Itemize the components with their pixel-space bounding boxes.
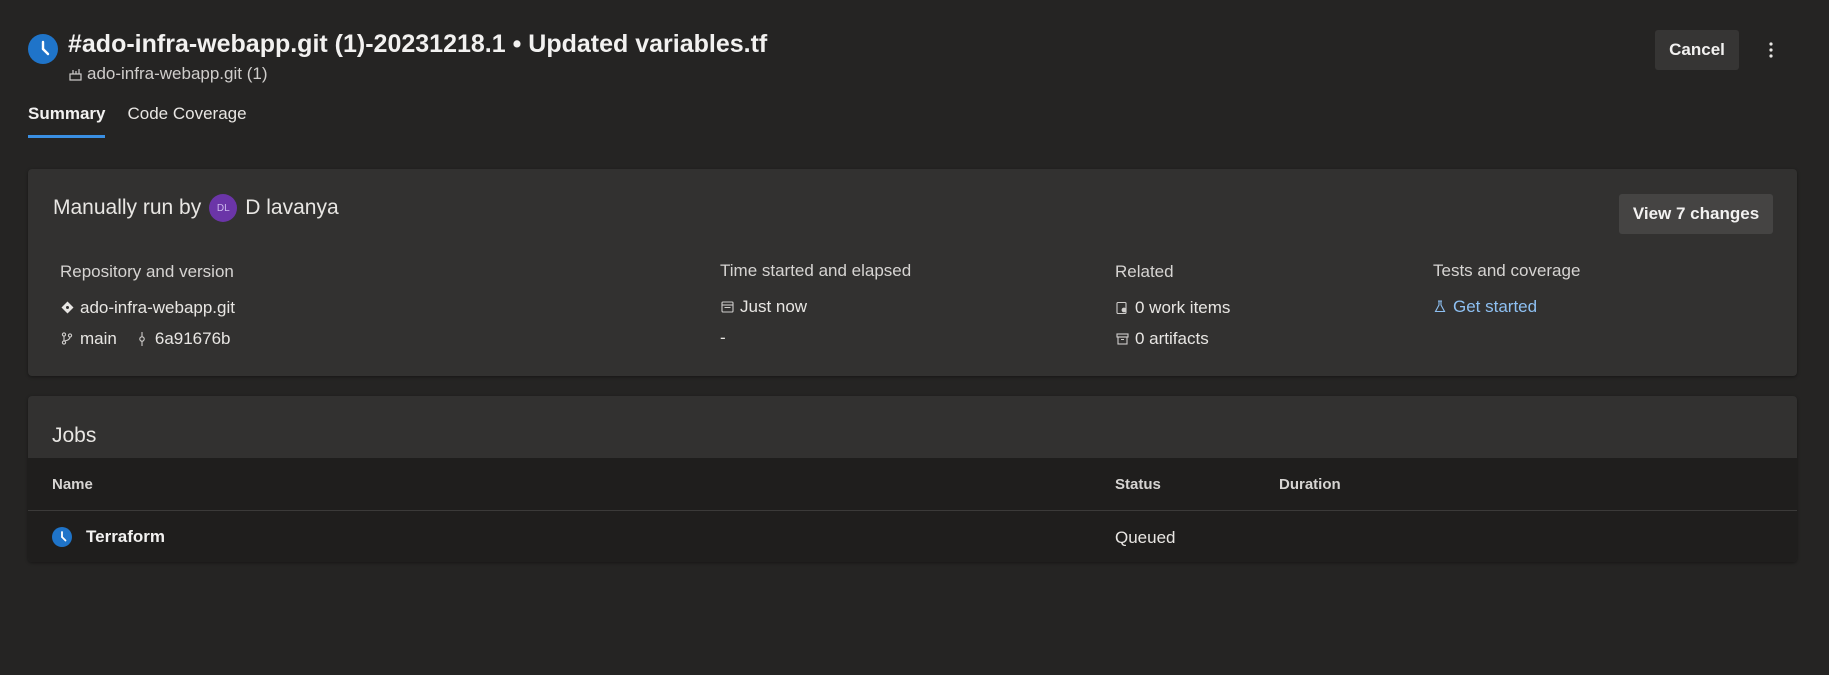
tests-section: Tests and coverage Get started	[1433, 261, 1580, 322]
git-icon	[60, 301, 74, 315]
commit-icon	[135, 331, 149, 346]
column-header-status[interactable]: Status	[1115, 476, 1161, 493]
table-row[interactable]: Terraform Queued	[28, 511, 1797, 561]
run-by-line: Manually run by DL D lavanya	[53, 194, 339, 222]
more-vertical-icon[interactable]	[1755, 34, 1787, 66]
tab-code-coverage[interactable]: Code Coverage	[127, 104, 246, 138]
view-changes-button[interactable]: View 7 changes	[1619, 194, 1773, 234]
branch-icon	[60, 332, 74, 346]
column-header-name[interactable]: Name	[52, 476, 93, 493]
commit-id[interactable]: 6a91676b	[155, 329, 231, 349]
repository-row[interactable]: ado-infra-webapp.git	[60, 292, 235, 323]
page-title: #ado-infra-webapp.git (1)-20231218.1 • U…	[68, 30, 768, 58]
version-row: main 6a91676b	[60, 323, 235, 354]
pipeline-icon	[68, 67, 82, 81]
work-items-count[interactable]: 0 work items	[1135, 298, 1230, 318]
tab-bar: Summary Code Coverage	[28, 104, 247, 138]
pipeline-name[interactable]: ado-infra-webapp.git (1)	[87, 64, 267, 84]
time-started-row: Just now	[720, 291, 911, 322]
tab-summary[interactable]: Summary	[28, 104, 106, 138]
jobs-table: Name Status Duration Terraform Queued	[28, 458, 1797, 562]
queued-status-icon	[52, 527, 72, 547]
artifacts-icon	[1115, 332, 1129, 346]
related-section: Related 0 work items 0 artifacts	[1115, 262, 1230, 354]
time-elapsed-row: -	[720, 322, 911, 353]
avatar[interactable]: DL	[209, 194, 238, 222]
time-started: Just now	[740, 296, 808, 316]
artifacts-count[interactable]: 0 artifacts	[1135, 329, 1209, 349]
job-name[interactable]: Terraform	[86, 527, 165, 547]
get-started-row[interactable]: Get started	[1433, 291, 1580, 322]
job-name-cell: Terraform	[52, 527, 165, 547]
jobs-card: Jobs Name Status Duration Terraform Queu…	[28, 396, 1797, 562]
repository-section: Repository and version ado-infra-webapp.…	[60, 262, 235, 354]
column-header-duration[interactable]: Duration	[1279, 476, 1341, 493]
repository-name[interactable]: ado-infra-webapp.git	[80, 298, 235, 318]
related-heading: Related	[1115, 262, 1174, 281]
run-summary-card: Manually run by DL D lavanya View 7 chan…	[28, 169, 1797, 376]
tests-heading: Tests and coverage	[1433, 261, 1581, 280]
run-by-prefix: Manually run by	[53, 196, 202, 219]
branch-name[interactable]: main	[80, 329, 117, 349]
queued-status-icon	[28, 34, 58, 64]
jobs-title: Jobs	[52, 424, 97, 447]
work-items-row[interactable]: 0 work items	[1115, 292, 1230, 323]
user-name[interactable]: D lavanya	[245, 196, 338, 220]
calendar-icon	[720, 300, 734, 314]
repository-heading: Repository and version	[60, 262, 234, 281]
beaker-icon	[1433, 300, 1447, 314]
time-elapsed: -	[720, 327, 726, 347]
artifacts-row[interactable]: 0 artifacts	[1115, 323, 1230, 354]
time-heading: Time started and elapsed	[720, 261, 912, 280]
cancel-button[interactable]: Cancel	[1655, 30, 1739, 70]
job-status: Queued	[1115, 528, 1176, 547]
run-header: #ado-infra-webapp.git (1)-20231218.1 • U…	[28, 30, 1801, 86]
work-item-icon	[1115, 301, 1129, 315]
pipeline-breadcrumb[interactable]: ado-infra-webapp.git (1)	[68, 64, 267, 84]
get-started-link[interactable]: Get started	[1453, 297, 1537, 317]
time-section: Time started and elapsed Just now -	[720, 261, 911, 353]
